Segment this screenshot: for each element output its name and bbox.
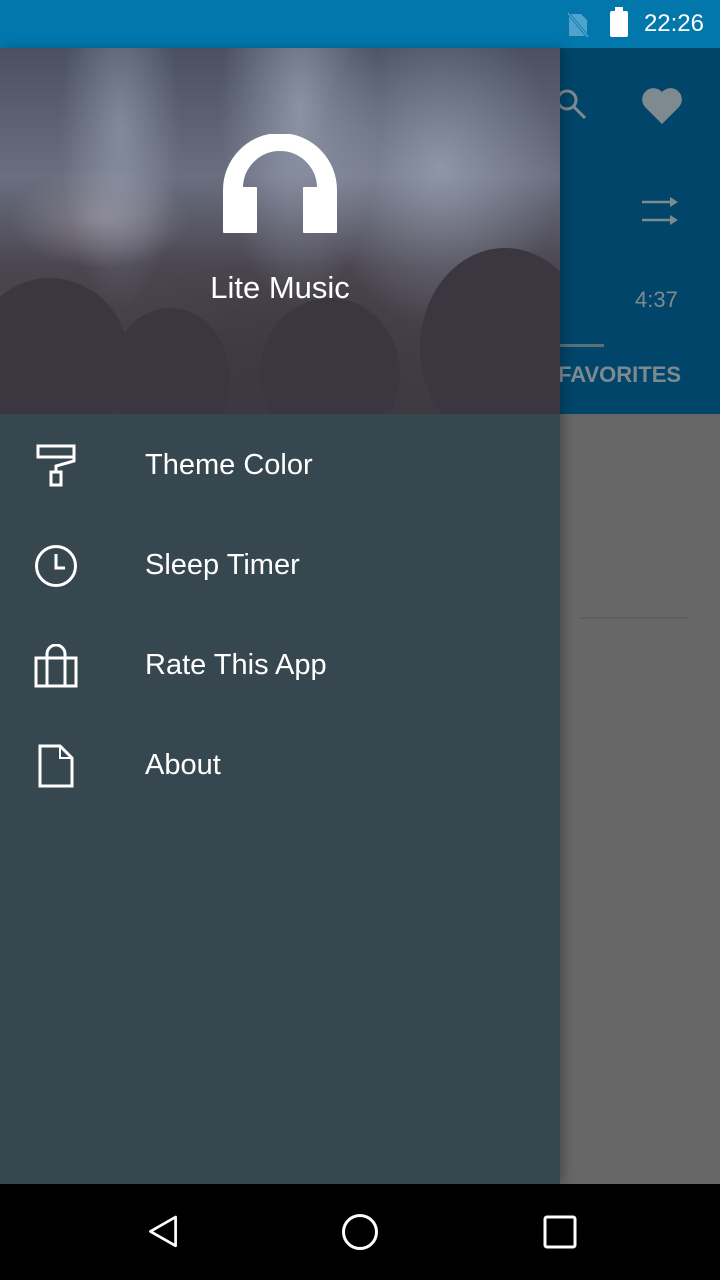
back-icon[interactable]	[136, 1208, 184, 1256]
shopping-bag-icon	[34, 644, 78, 688]
menu-item-theme-color[interactable]: Theme Color	[0, 414, 560, 514]
recents-icon[interactable]	[536, 1208, 584, 1256]
header-photo-crowd	[110, 308, 230, 414]
tab-favorites[interactable]: FAVORITES	[558, 362, 681, 388]
headphones-icon	[223, 134, 337, 233]
search-icon[interactable]	[555, 88, 589, 122]
header-photo-crowd	[260, 298, 400, 414]
list-divider	[580, 617, 688, 619]
seek-bar[interactable]	[560, 344, 604, 347]
menu-item-sleep-timer[interactable]: Sleep Timer	[0, 514, 560, 614]
menu-item-label: About	[145, 749, 221, 781]
system-nav-bar	[0, 1184, 720, 1280]
no-sim-icon	[567, 12, 589, 38]
heart-icon[interactable]	[640, 86, 684, 126]
track-duration: 4:37	[635, 287, 678, 312]
navigation-drawer: Lite Music Theme Color Sleep Timer Rate …	[0, 48, 560, 1184]
status-time: 22:26	[643, 10, 704, 37]
menu-item-label: Sleep Timer	[145, 549, 300, 581]
paint-roller-icon	[36, 444, 76, 487]
battery-full-icon	[610, 7, 628, 37]
app-title: Lite Music	[210, 270, 350, 305]
drawer-header: Lite Music	[0, 48, 560, 414]
clock-icon	[35, 545, 77, 587]
status-bar: 22:26	[0, 0, 720, 48]
drawer-menu: Theme Color Sleep Timer Rate This App Ab…	[0, 414, 560, 814]
home-icon[interactable]	[336, 1208, 384, 1256]
menu-item-label: Theme Color	[145, 449, 313, 481]
shuffle-icon[interactable]	[640, 194, 680, 228]
menu-item-about[interactable]: About	[0, 714, 560, 814]
menu-item-label: Rate This App	[145, 649, 327, 681]
document-icon	[38, 744, 74, 788]
menu-item-rate-this-app[interactable]: Rate This App	[0, 614, 560, 714]
